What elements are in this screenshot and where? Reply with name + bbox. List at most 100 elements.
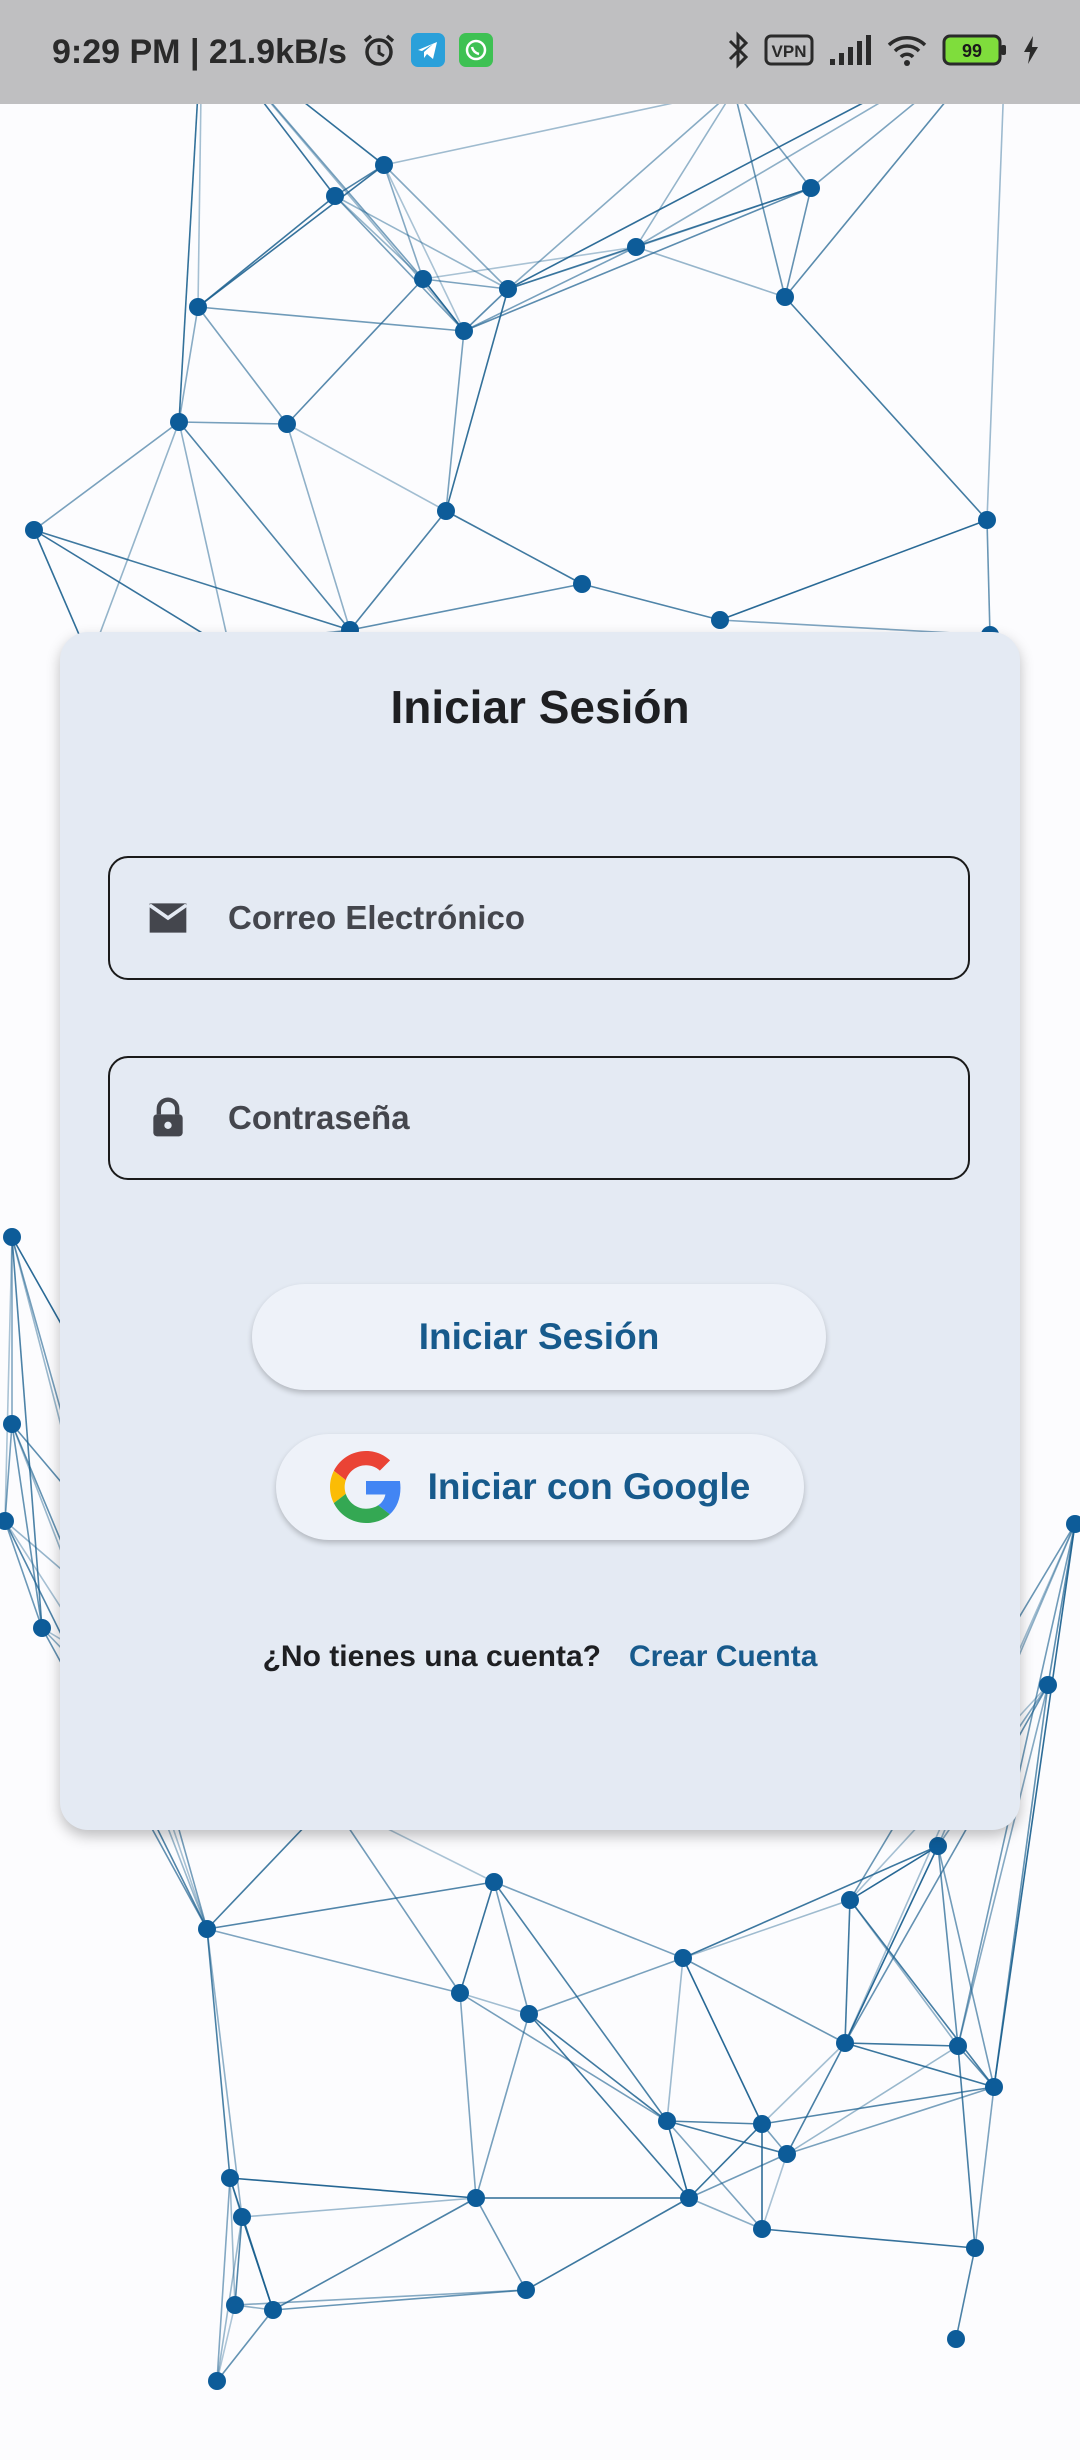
network-line: [682, 1899, 851, 1959]
network-node: [3, 1415, 21, 1433]
bluetooth-icon: [726, 30, 750, 74]
network-line: [272, 2289, 527, 2311]
network-line: [383, 164, 424, 280]
telegram-icon: [410, 32, 445, 72]
network-node: [836, 2034, 854, 2052]
network-line: [844, 2042, 959, 2047]
network-line: [666, 2120, 763, 2125]
network-line: [844, 2042, 995, 2088]
network-line: [937, 1845, 959, 2047]
network-line: [234, 2289, 527, 2306]
network-node: [198, 1920, 216, 1938]
battery-icon: 99: [942, 33, 1008, 72]
google-login-button[interactable]: Iniciar con Google: [276, 1434, 804, 1540]
email-icon: [148, 903, 188, 933]
network-node: [929, 1837, 947, 1855]
network-line: [197, 306, 465, 332]
google-icon: [329, 1451, 401, 1523]
network-line: [974, 2086, 995, 2249]
password-input[interactable]: [226, 1098, 930, 1138]
network-node: [674, 1949, 692, 1967]
battery-level: 99: [962, 41, 982, 61]
network-line: [349, 583, 583, 631]
network-node: [711, 611, 729, 629]
status-time-speed: 9:29 PM | 21.9kB/s: [52, 32, 347, 71]
network-line: [635, 89, 735, 248]
network-line: [733, 89, 786, 298]
network-line: [786, 2086, 995, 2155]
network-line: [178, 421, 288, 425]
network-line: [682, 1845, 939, 1959]
network-node: [451, 1984, 469, 2002]
network-node: [264, 2301, 282, 2319]
whatsapp-icon: [458, 32, 493, 72]
password-field[interactable]: [108, 1056, 970, 1180]
network-node: [520, 2005, 538, 2023]
network-line: [955, 2247, 976, 2340]
network-line: [507, 89, 735, 290]
vpn-icon: VPN: [764, 34, 814, 71]
page-title: Iniciar Sesión: [390, 681, 690, 733]
network-node: [778, 2145, 796, 2163]
login-button[interactable]: Iniciar Sesión: [252, 1284, 826, 1390]
network-line: [475, 2197, 527, 2291]
network-line: [666, 1957, 684, 2122]
signup-row: ¿No tienes una cuenta? Crear Cuenta: [60, 1640, 1020, 1674]
network-node: [1066, 1515, 1080, 1533]
no-account-text: ¿No tienes una cuenta?: [262, 1640, 601, 1673]
network-line: [33, 421, 180, 531]
network-node: [985, 2078, 1003, 2096]
network-line: [493, 1881, 530, 2015]
network-node: [467, 2189, 485, 2207]
network-line: [459, 1992, 530, 2015]
email-field[interactable]: [108, 856, 970, 980]
network-line: [286, 278, 424, 425]
network-node: [949, 2037, 967, 2055]
network-node: [776, 288, 794, 306]
network-line: [178, 421, 351, 631]
login-card: Iniciar Sesión Iniciar Sesión Iniciar co…: [60, 632, 1020, 1830]
network-line: [89, 421, 180, 661]
network-line: [688, 2197, 763, 2230]
network-node: [3, 1228, 21, 1246]
lock-icon: [153, 1097, 183, 1137]
network-line: [635, 246, 786, 298]
network-node: [326, 187, 344, 205]
network-node: [1039, 1676, 1057, 1694]
alarm-icon: [361, 32, 397, 73]
network-node: [517, 2281, 535, 2299]
network-line: [666, 2120, 763, 2230]
network-node: [455, 322, 473, 340]
network-line: [528, 2013, 668, 2122]
network-line: [197, 164, 385, 308]
network-line: [241, 2197, 477, 2218]
network-line: [459, 1992, 477, 2199]
network-line: [493, 1881, 668, 2122]
status-bar: 9:29 PM | 21.9kB/s VPN 99: [0, 0, 1080, 104]
network-line: [459, 1881, 495, 1994]
network-line: [349, 510, 447, 631]
network-line: [682, 1957, 846, 2044]
network-node: [485, 1873, 503, 1891]
network-node: [25, 521, 43, 539]
create-account-link[interactable]: Crear Cuenta: [629, 1640, 817, 1674]
network-line: [682, 1957, 763, 2125]
network-node: [802, 179, 820, 197]
network-node: [680, 2189, 698, 2207]
network-node: [221, 2169, 239, 2187]
network-line: [761, 2153, 788, 2230]
network-node: [627, 238, 645, 256]
network-node: [414, 270, 432, 288]
network-line: [761, 2228, 976, 2249]
network-line: [844, 1899, 851, 2044]
network-line: [459, 1992, 668, 2122]
email-input[interactable]: [226, 898, 930, 938]
network-line: [463, 187, 812, 332]
network-line: [688, 2153, 788, 2199]
network-node: [170, 413, 188, 431]
login-button-label: Iniciar Sesión: [418, 1316, 660, 1357]
network-line: [761, 2086, 995, 2125]
charging-icon: [1022, 35, 1040, 70]
network-node: [208, 2372, 226, 2390]
network-node: [33, 1619, 51, 1637]
